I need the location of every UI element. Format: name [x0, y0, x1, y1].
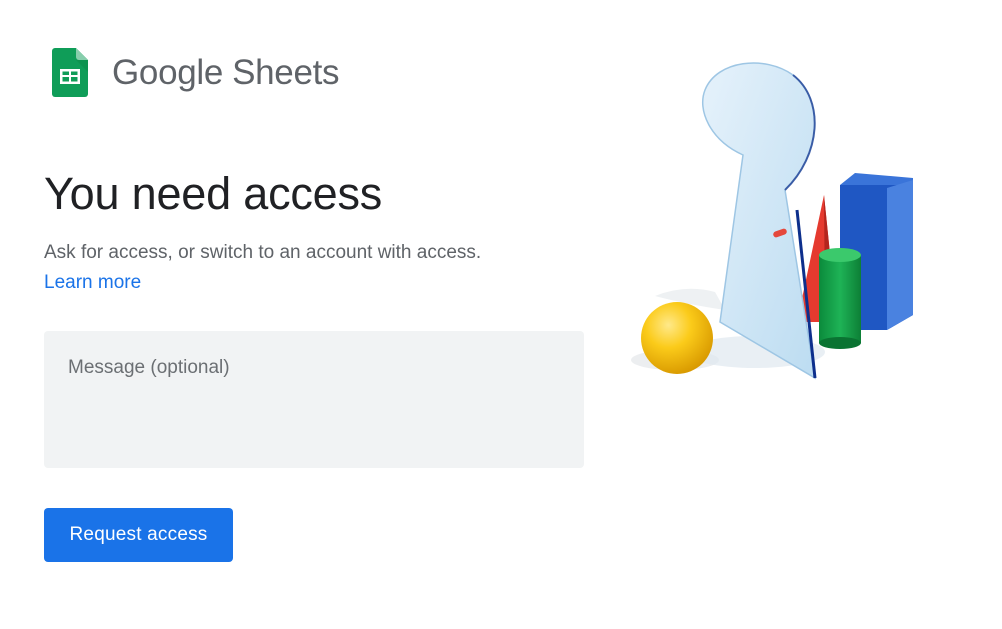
- logo-wordmark: Google Sheets: [112, 52, 340, 92]
- logo-brand-text: Google: [112, 52, 224, 92]
- google-sheets-icon: [52, 47, 88, 97]
- access-request-page: Google Sheets You need access Ask for ac…: [0, 0, 1002, 629]
- request-access-button[interactable]: Request access: [44, 508, 233, 562]
- keyhole-mirror-illustration: [631, 62, 913, 380]
- description-text: Ask for access, or switch to an account …: [44, 242, 482, 263]
- logo-product-text: Sheets: [232, 52, 340, 92]
- message-input[interactable]: [44, 331, 584, 468]
- learn-more-link[interactable]: Learn more: [44, 268, 604, 298]
- product-logo: Google Sheets: [52, 46, 340, 98]
- page-title: You need access: [44, 168, 383, 219]
- access-description: Ask for access, or switch to an account …: [44, 238, 604, 298]
